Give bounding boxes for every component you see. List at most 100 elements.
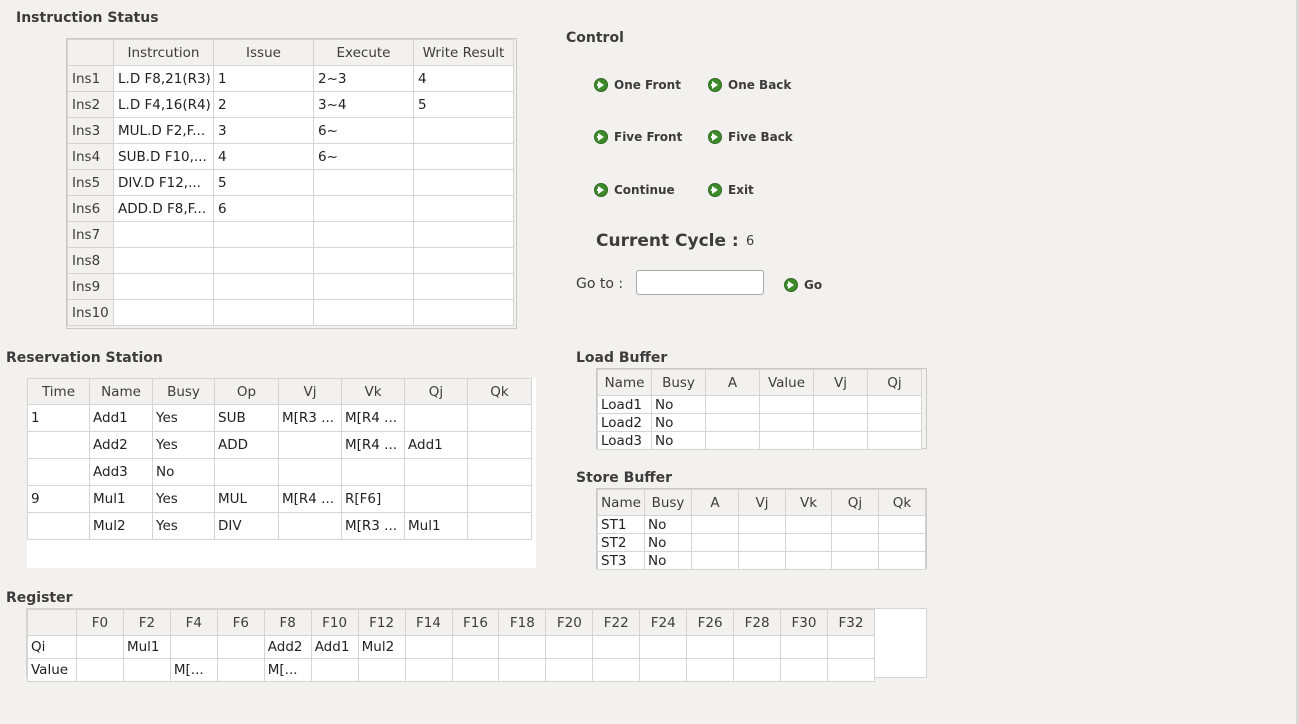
- load-buffer-row[interactable]: Load2 No: [597, 413, 922, 432]
- rs-cell-name: Mul2: [89, 512, 153, 540]
- register-cell: [827, 635, 875, 659]
- instruction-row[interactable]: Ins6 ADD.D F8,F... 6: [67, 195, 514, 222]
- register-cell: [498, 658, 547, 682]
- instruction-row[interactable]: Ins8: [67, 247, 514, 274]
- register-header-cell: F4: [169, 609, 218, 636]
- load-buffer-frame: Name Busy A Value Vj Qj Load1 No Load2 No Load3 No: [596, 368, 927, 450]
- register-cell: Mul2: [357, 635, 406, 659]
- five-back-button[interactable]: Five Back: [708, 130, 793, 144]
- store-buffer-cell-a: [691, 533, 739, 552]
- rs-row[interactable]: Add3 No: [27, 458, 532, 486]
- instruction-row[interactable]: Ins2 L.D F4,16(R4) 2 3~4 5: [67, 91, 514, 118]
- rs-row[interactable]: 9 Mul1 Yes MUL M[R4 ... R[F6]: [27, 485, 532, 513]
- register-cell: [451, 635, 500, 659]
- register-header-cell: F6: [216, 609, 265, 636]
- instruction-status-title: Instruction Status: [16, 10, 159, 26]
- instruction-cell-execute: [313, 299, 414, 326]
- load-buffer-title: Load Buffer: [576, 350, 668, 366]
- rs-cell-name: Mul1: [89, 485, 153, 513]
- rs-cell-qk: [467, 431, 532, 459]
- go-arrow-icon: [594, 130, 608, 144]
- store-buffer-cell-qk: [878, 515, 926, 534]
- load-buffer-cell-vj: [813, 395, 868, 414]
- rs-cell-qj: [404, 458, 468, 486]
- store-buffer-cell-vj: [738, 533, 786, 552]
- load-buffer-header-cell: Name: [597, 369, 652, 396]
- store-buffer-cell-name: ST2: [597, 533, 645, 552]
- instruction-row[interactable]: Ins1 L.D F8,21(R3) 1 2~3 4: [67, 65, 514, 92]
- go-arrow-icon: [708, 130, 722, 144]
- store-buffer-row[interactable]: ST1 No: [597, 515, 926, 534]
- instruction-cell-execute: [313, 195, 414, 222]
- rs-row[interactable]: Add2 Yes ADD M[R4 ... Add1: [27, 431, 532, 459]
- register-cell: [76, 658, 124, 682]
- register-cell: [498, 635, 547, 659]
- load-buffer-cell-vj: [813, 431, 868, 450]
- rs-cell-op: SUB: [214, 404, 279, 432]
- store-buffer-cell-name: ST1: [597, 515, 645, 534]
- rs-cell-busy: Yes: [152, 431, 215, 459]
- instruction-row[interactable]: Ins7: [67, 221, 514, 248]
- continue-button[interactable]: Continue: [594, 183, 675, 197]
- one-front-button[interactable]: One Front: [594, 78, 681, 92]
- instruction-cell-id: Ins8: [67, 247, 114, 274]
- instruction-row[interactable]: Ins5 DIV.D F12,... 5: [67, 169, 514, 196]
- rs-cell-time: 1: [27, 404, 90, 432]
- load-buffer-cell-value: [759, 395, 814, 414]
- rs-row[interactable]: Mul2 Yes DIV M[R3 ... Mul1: [27, 512, 532, 540]
- instruction-cell-instr: [113, 273, 214, 300]
- goto-input[interactable]: [636, 270, 764, 295]
- rs-cell-qj: Add1: [404, 431, 468, 459]
- load-buffer-row[interactable]: Load3 No: [597, 431, 922, 450]
- rs-header-cell: Busy: [152, 378, 215, 405]
- store-buffer-row[interactable]: ST3 No: [597, 551, 926, 570]
- instruction-row[interactable]: Ins9: [67, 273, 514, 300]
- instruction-row[interactable]: Ins3 MUL.D F2,F... 3 6~: [67, 117, 514, 144]
- rs-cell-busy: Yes: [152, 512, 215, 540]
- register-row-label: Value: [27, 658, 77, 682]
- go-button[interactable]: Go: [784, 278, 822, 292]
- rs-cell-time: [27, 431, 90, 459]
- load-buffer-row[interactable]: Load1 No: [597, 395, 922, 414]
- register-header-cell: F24: [639, 609, 688, 636]
- register-cell: M[...: [263, 658, 312, 682]
- register-cell: [76, 635, 124, 659]
- five-front-button[interactable]: Five Front: [594, 130, 682, 144]
- instruction-cell-id: Ins3: [67, 117, 114, 144]
- register-cell: [686, 635, 735, 659]
- register-cell: [827, 658, 875, 682]
- instruction-row[interactable]: Ins4 SUB.D F10,... 4 6~: [67, 143, 514, 170]
- instruction-cell-execute: 6~: [313, 117, 414, 144]
- load-buffer-cell-vj: [813, 413, 868, 432]
- store-buffer-row[interactable]: ST2 No: [597, 533, 926, 552]
- store-buffer-header-cell: Vk: [785, 489, 832, 516]
- reservation-station-title: Reservation Station: [6, 350, 163, 366]
- rs-cell-qk: [467, 485, 532, 513]
- load-buffer-header-cell: Busy: [651, 369, 706, 396]
- instruction-cell-execute: 6~: [313, 143, 414, 170]
- rs-cell-name: Add2: [89, 431, 153, 459]
- instruction-cell-instr: [113, 221, 214, 248]
- exit-button[interactable]: Exit: [708, 183, 754, 197]
- instruction-cell-instr: SUB.D F10,...: [113, 143, 214, 170]
- register-cell: [639, 635, 688, 659]
- register-row: Qi Mul1 Add2 Add1 Mul2: [27, 635, 875, 659]
- register-cell: [545, 635, 594, 659]
- load-buffer-cell-qj: [867, 395, 922, 414]
- instruction-cell-issue: 4: [213, 143, 314, 170]
- rs-cell-op: MUL: [214, 485, 279, 513]
- instruction-row[interactable]: Ins10: [67, 299, 514, 326]
- five-front-label: Five Front: [614, 130, 683, 144]
- store-buffer-cell-busy: No: [644, 515, 692, 534]
- rs-header-cell: Qk: [467, 378, 532, 405]
- register-cell: [686, 658, 735, 682]
- register-cell: [592, 635, 641, 659]
- rs-row[interactable]: 1 Add1 Yes SUB M[R3 ... M[R4 ...: [27, 404, 532, 432]
- store-buffer-cell-qj: [831, 533, 879, 552]
- rs-header-cell: Qj: [404, 378, 468, 405]
- rs-cell-vj: [278, 431, 342, 459]
- one-back-button[interactable]: One Back: [708, 78, 791, 92]
- rs-cell-vk: R[F6]: [341, 485, 405, 513]
- store-buffer-header-cell: Busy: [644, 489, 692, 516]
- rs-cell-qj: Mul1: [404, 512, 468, 540]
